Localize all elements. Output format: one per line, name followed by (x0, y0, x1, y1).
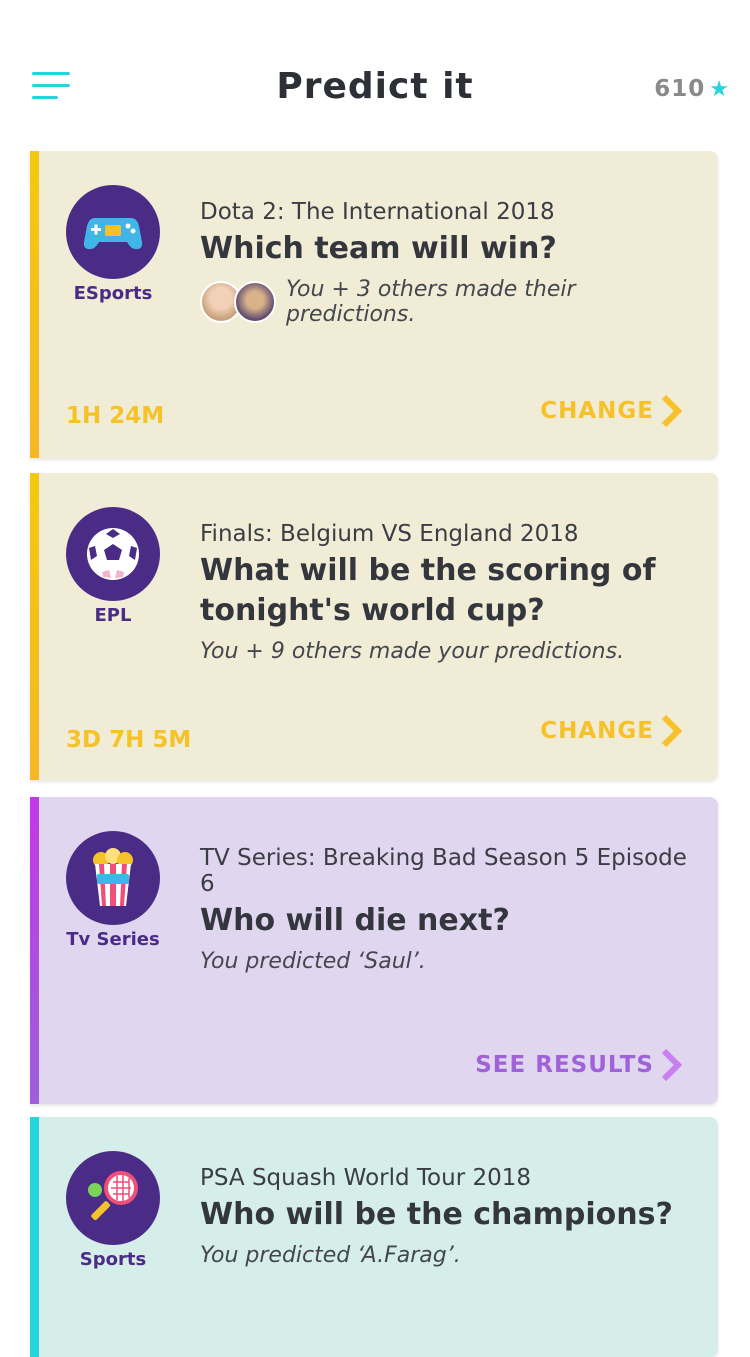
page-title: Predict it (276, 66, 474, 107)
event-name: PSA Squash World Tour 2018 (200, 1165, 531, 1191)
category-badge: Sports (63, 1151, 163, 1270)
status-text: You + 3 others made their predictions. (286, 277, 576, 327)
question-text: What will be the scoring of tonight's wo… (200, 553, 656, 628)
see-results-button[interactable]: SEE RESULTS (475, 1047, 682, 1083)
card-accent-bar (30, 151, 39, 458)
question-text: Which team will win? (200, 231, 557, 266)
chevron-right-icon (661, 1048, 682, 1082)
gamepad-icon (66, 185, 160, 279)
category-label: Tv Series (66, 929, 160, 950)
card-content: Finals: Belgium VS England 2018 What wil… (200, 521, 708, 664)
see-results-label: SEE RESULTS (475, 1052, 654, 1078)
prediction-card-esports[interactable]: ESports Dota 2: The International 2018 W… (30, 151, 718, 458)
card-accent-bar (30, 797, 39, 1104)
card-accent-bar (30, 473, 39, 780)
chevron-right-icon (661, 714, 682, 748)
change-button[interactable]: CHANGE (540, 393, 682, 429)
prediction-card-epl[interactable]: EPL Finals: Belgium VS England 2018 What… (30, 473, 718, 780)
avatar (234, 281, 276, 323)
soccer-ball-icon (66, 507, 160, 601)
category-label: Sports (79, 1249, 147, 1270)
chevron-right-icon (661, 394, 682, 428)
prediction-status: You predicted ‘Saul’. (200, 949, 708, 974)
change-label: CHANGE (540, 398, 654, 424)
question-text: Who will be the champions? (200, 1197, 673, 1232)
status-text: You predicted ‘Saul’. (200, 949, 426, 974)
card-accent-bar (30, 1117, 39, 1357)
event-name: Dota 2: The International 2018 (200, 199, 555, 225)
tennis-racket-icon (66, 1151, 160, 1245)
question-text: Who will die next? (200, 903, 510, 938)
points-counter: 610 ★ (654, 76, 730, 102)
category-badge: ESports (63, 185, 163, 304)
star-icon: ★ (709, 76, 730, 102)
status-text: You + 9 others made your predictions. (200, 639, 625, 664)
prediction-card-sports[interactable]: Sports PSA Squash World Tour 2018 Who wi… (30, 1117, 718, 1357)
prediction-card-tv-series[interactable]: Tv Series TV Series: Breaking Bad Season… (30, 797, 718, 1104)
prediction-status: You + 9 others made your predictions. (200, 639, 708, 664)
points-value: 610 (654, 76, 706, 102)
change-label: CHANGE (540, 718, 654, 744)
card-content: TV Series: Breaking Bad Season 5 Episode… (200, 845, 708, 974)
prediction-status: You + 3 others made their predictions. (200, 277, 708, 327)
category-badge: Tv Series (63, 831, 163, 950)
popcorn-icon (66, 831, 160, 925)
card-content: Dota 2: The International 2018 Which tea… (200, 199, 708, 327)
card-content: PSA Squash World Tour 2018 Who will be t… (200, 1165, 708, 1268)
app-header: Predict it 610 ★ (0, 0, 750, 140)
category-badge: EPL (63, 507, 163, 626)
event-name: TV Series: Breaking Bad Season 5 Episode… (200, 845, 687, 897)
category-label: EPL (94, 605, 132, 626)
change-button[interactable]: CHANGE (540, 713, 682, 749)
category-label: ESports (73, 283, 153, 304)
prediction-status: You predicted ‘A.Farag’. (200, 1243, 708, 1268)
event-name: Finals: Belgium VS England 2018 (200, 521, 579, 547)
status-text: You predicted ‘A.Farag’. (200, 1243, 461, 1268)
avatar-group (200, 281, 276, 323)
countdown-timer: 3D 7H 5M (66, 727, 192, 753)
countdown-timer: 1H 24M (66, 403, 165, 429)
